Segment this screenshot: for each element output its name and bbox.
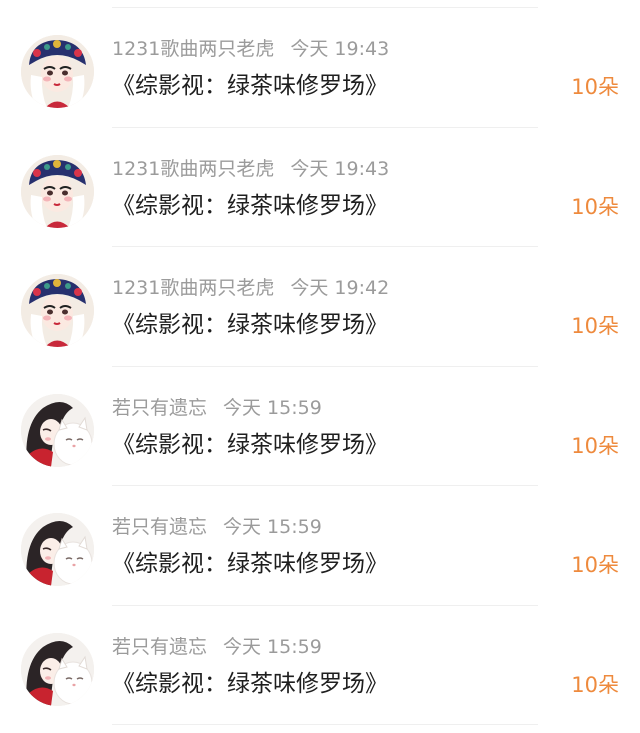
- gift-record-row[interactable]: 1231歌曲两只老虎 今天 19:42 《综影视：绿茶味修罗场》 10朵: [0, 247, 640, 367]
- opera-face-avatar-icon[interactable]: [21, 154, 94, 228]
- gift-record-row[interactable]: 若只有遗忘 今天 15:59 《综影视：绿茶味修罗场》 10朵: [0, 486, 640, 606]
- timestamp: 今天 19:43: [290, 157, 390, 180]
- row-divider: [112, 724, 538, 725]
- book-title[interactable]: 《综影视：绿茶味修罗场》: [112, 549, 388, 579]
- book-title[interactable]: 《综影视：绿茶味修罗场》: [112, 430, 388, 460]
- book-title[interactable]: 《综影视：绿茶味修罗场》: [112, 310, 388, 340]
- opera-face-avatar-icon[interactable]: [21, 35, 94, 108]
- gift-amount: 10朵: [571, 433, 619, 458]
- gift-record-list: 1231歌曲两只老虎 今天 19:43 《综影视：绿茶味修罗场》 10朵 123…: [0, 8, 640, 725]
- username[interactable]: 若只有遗忘: [112, 636, 207, 658]
- timestamp: 今天 15:59: [223, 635, 322, 658]
- opera-face-avatar-icon[interactable]: [21, 274, 94, 347]
- gift-amount: 10朵: [571, 553, 619, 577]
- gift-amount: 10朵: [571, 314, 619, 338]
- record-meta: 若只有遗忘 今天 15:59: [112, 635, 322, 659]
- gift-amount: 10朵: [571, 75, 619, 99]
- username[interactable]: 1231歌曲两只老虎: [112, 158, 274, 180]
- gift-amount: 10朵: [571, 672, 619, 697]
- timestamp: 今天 19:42: [290, 277, 390, 299]
- timestamp: 今天 15:59: [223, 396, 322, 419]
- record-meta: 1231歌曲两只老虎 今天 19:43: [112, 157, 389, 181]
- record-meta: 1231歌曲两只老虎 今天 19:42: [112, 276, 389, 300]
- girl-with-cat-avatar-icon[interactable]: [21, 393, 94, 467]
- record-meta: 若只有遗忘 今天 15:59: [112, 515, 322, 539]
- record-meta: 1231歌曲两只老虎 今天 19:43: [112, 37, 389, 61]
- timestamp: 今天 19:43: [290, 38, 390, 60]
- book-title[interactable]: 《综影视：绿茶味修罗场》: [112, 71, 388, 101]
- gift-record-row[interactable]: 1231歌曲两只老虎 今天 19:43 《综影视：绿茶味修罗场》 10朵: [0, 8, 640, 128]
- gift-amount: 10朵: [571, 194, 619, 219]
- username[interactable]: 1231歌曲两只老虎: [112, 38, 274, 60]
- username[interactable]: 1231歌曲两只老虎: [112, 277, 274, 299]
- girl-with-cat-avatar-icon[interactable]: [21, 513, 94, 586]
- username[interactable]: 若只有遗忘: [112, 397, 207, 419]
- timestamp: 今天 15:59: [223, 516, 322, 538]
- record-meta: 若只有遗忘 今天 15:59: [112, 396, 322, 420]
- girl-with-cat-avatar-icon[interactable]: [21, 632, 94, 706]
- gift-record-row[interactable]: 若只有遗忘 今天 15:59 《综影视：绿茶味修罗场》 10朵: [0, 367, 640, 486]
- username[interactable]: 若只有遗忘: [112, 516, 207, 538]
- gift-record-row[interactable]: 1231歌曲两只老虎 今天 19:43 《综影视：绿茶味修罗场》 10朵: [0, 128, 640, 247]
- gift-record-row[interactable]: 若只有遗忘 今天 15:59 《综影视：绿茶味修罗场》 10朵: [0, 606, 640, 725]
- book-title[interactable]: 《综影视：绿茶味修罗场》: [112, 191, 388, 221]
- book-title[interactable]: 《综影视：绿茶味修罗场》: [112, 669, 388, 699]
